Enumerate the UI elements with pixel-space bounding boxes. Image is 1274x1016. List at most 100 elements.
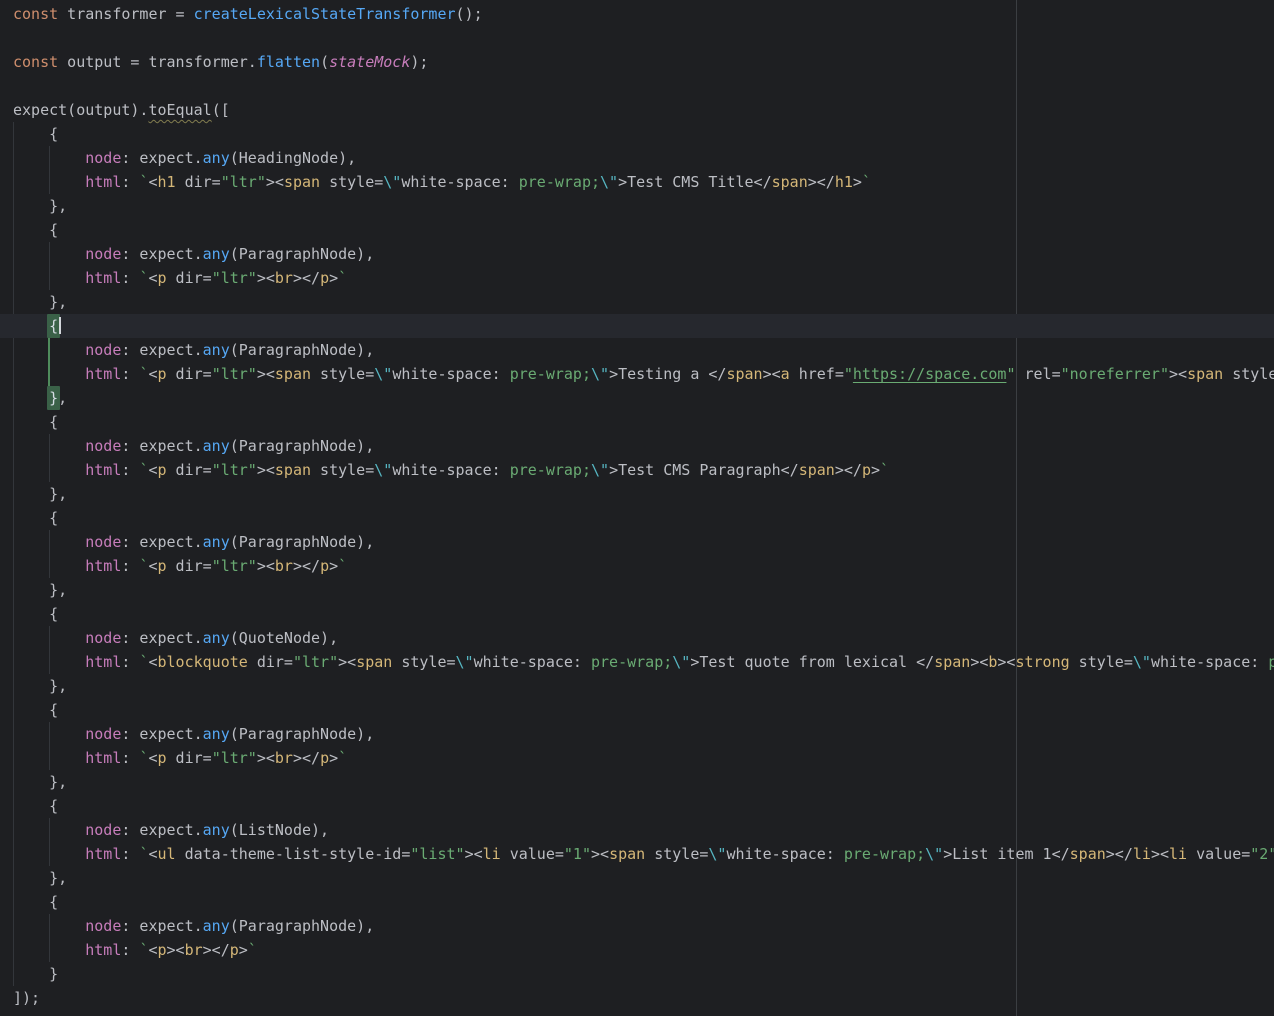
code-token: value= — [1187, 845, 1250, 863]
code-line[interactable]: }, — [0, 578, 1274, 602]
code-token: }, — [13, 197, 67, 215]
code-token: , — [58, 389, 67, 407]
code-token: >< — [338, 653, 356, 671]
code-line[interactable]: node: expect.any(HeadingNode), — [0, 146, 1274, 170]
code-token: ></ — [293, 269, 320, 287]
code-token: : — [121, 941, 139, 959]
code-line[interactable]: { — [0, 890, 1274, 914]
matched-brace-scope-guide — [48, 338, 50, 386]
code-token: dir= — [167, 269, 212, 287]
code-line[interactable]: ]); — [0, 986, 1274, 1010]
code-token: toEqual — [148, 101, 211, 119]
code-token: p — [320, 749, 329, 767]
code-line[interactable]: node: expect.any(ParagraphNode), — [0, 914, 1274, 938]
code-token — [13, 389, 49, 407]
code-line[interactable]: }, — [0, 674, 1274, 698]
code-token: : — [121, 749, 139, 767]
code-line[interactable]: }, — [0, 866, 1274, 890]
code-line[interactable]: }, — [0, 770, 1274, 794]
code-token — [13, 149, 85, 167]
code-token — [13, 629, 85, 647]
code-area[interactable]: const transformer = createLexicalStateTr… — [0, 0, 1274, 1010]
code-line[interactable]: const transformer = createLexicalStateTr… — [0, 2, 1274, 26]
code-line[interactable]: { — [0, 698, 1274, 722]
code-line[interactable]: node: expect.any(ParagraphNode), — [0, 530, 1274, 554]
code-token: < — [148, 653, 157, 671]
code-token: p — [158, 461, 167, 479]
code-editor[interactable]: const transformer = createLexicalStateTr… — [0, 0, 1274, 1016]
code-token: \" — [383, 173, 401, 191]
code-token: pre-wrap; — [591, 653, 672, 671]
code-line[interactable]: }, — [0, 290, 1274, 314]
code-line[interactable]: html: `<ul data-theme-list-style-id="lis… — [0, 842, 1274, 866]
code-line[interactable]: }, — [0, 482, 1274, 506]
code-token: const — [13, 5, 58, 23]
code-line[interactable]: node: expect.any(ParagraphNode), — [0, 722, 1274, 746]
code-line[interactable] — [0, 26, 1274, 50]
code-token: br — [275, 749, 293, 767]
code-token: >< — [970, 653, 988, 671]
code-line[interactable]: { — [0, 506, 1274, 530]
code-token: ></ — [835, 461, 862, 479]
code-line[interactable]: html: `<h1 dir="ltr"><span style=\"white… — [0, 170, 1274, 194]
code-token: white-space: — [1151, 653, 1268, 671]
code-token: \" — [925, 845, 943, 863]
code-token: >< — [763, 365, 781, 383]
code-token: ></ — [293, 749, 320, 767]
code-token: }, — [13, 581, 67, 599]
code-token: "ltr" — [212, 269, 257, 287]
code-token: { — [13, 221, 58, 239]
code-token: >< — [257, 269, 275, 287]
code-line[interactable]: node: expect.any(ParagraphNode), — [0, 242, 1274, 266]
code-line[interactable]: node: expect.any(ListNode), — [0, 818, 1274, 842]
code-line[interactable]: html: `<p dir="ltr"><span style=\"white-… — [0, 458, 1274, 482]
code-token: pre-wrap; — [510, 365, 591, 383]
code-token: : expect. — [121, 437, 202, 455]
code-token: node — [85, 533, 121, 551]
code-token: expect(output). — [13, 101, 148, 119]
code-token: p — [158, 365, 167, 383]
code-token: "ltr" — [212, 461, 257, 479]
code-token: : — [121, 845, 139, 863]
code-token: >< — [257, 749, 275, 767]
code-line[interactable]: { — [0, 218, 1274, 242]
code-line[interactable]: expect(output).toEqual([ — [0, 98, 1274, 122]
code-token: ` — [880, 461, 889, 479]
code-line[interactable]: { — [0, 794, 1274, 818]
code-token — [13, 557, 85, 575]
code-line[interactable]: }, — [0, 386, 1274, 410]
code-line[interactable]: html: `<p dir="ltr"><br></p>` — [0, 746, 1274, 770]
code-line[interactable]: html: `<p dir="ltr"><br></p>` — [0, 554, 1274, 578]
code-line[interactable]: html: `<p><br></p>` — [0, 938, 1274, 962]
code-line[interactable]: html: `<blockquote dir="ltr"><span style… — [0, 650, 1274, 674]
code-line[interactable]: { — [0, 602, 1274, 626]
code-line[interactable]: } — [0, 962, 1274, 986]
code-token: li — [483, 845, 501, 863]
code-line[interactable]: const output = transformer.flatten(state… — [0, 50, 1274, 74]
code-line[interactable]: html: `<p dir="ltr"><span style=\"white-… — [0, 362, 1274, 386]
code-line[interactable]: { — [0, 122, 1274, 146]
code-token: : expect. — [121, 149, 202, 167]
code-line[interactable]: node: expect.any(QuoteNode), — [0, 626, 1274, 650]
code-token: "ltr" — [221, 173, 266, 191]
code-line[interactable]: node: expect.any(ParagraphNode), — [0, 434, 1274, 458]
code-token: { — [13, 413, 58, 431]
code-token: span — [1070, 845, 1106, 863]
code-token: style= — [645, 845, 708, 863]
code-line[interactable] — [0, 74, 1274, 98]
code-line-current[interactable]: { — [0, 314, 1274, 338]
code-token: < — [148, 845, 157, 863]
code-token: "ltr" — [293, 653, 338, 671]
code-token: a — [781, 365, 790, 383]
code-token: (ParagraphNode), — [230, 341, 375, 359]
code-line[interactable]: node: expect.any(ParagraphNode), — [0, 338, 1274, 362]
hyperlink-text[interactable]: https://space.com — [853, 365, 1007, 383]
code-token: (ListNode), — [230, 821, 329, 839]
code-token: { — [13, 509, 58, 527]
code-line[interactable]: { — [0, 410, 1274, 434]
code-token: "noreferrer" — [1061, 365, 1169, 383]
code-token: white-space: — [474, 653, 591, 671]
code-line[interactable]: }, — [0, 194, 1274, 218]
code-token: > — [329, 269, 338, 287]
code-line[interactable]: html: `<p dir="ltr"><br></p>` — [0, 266, 1274, 290]
